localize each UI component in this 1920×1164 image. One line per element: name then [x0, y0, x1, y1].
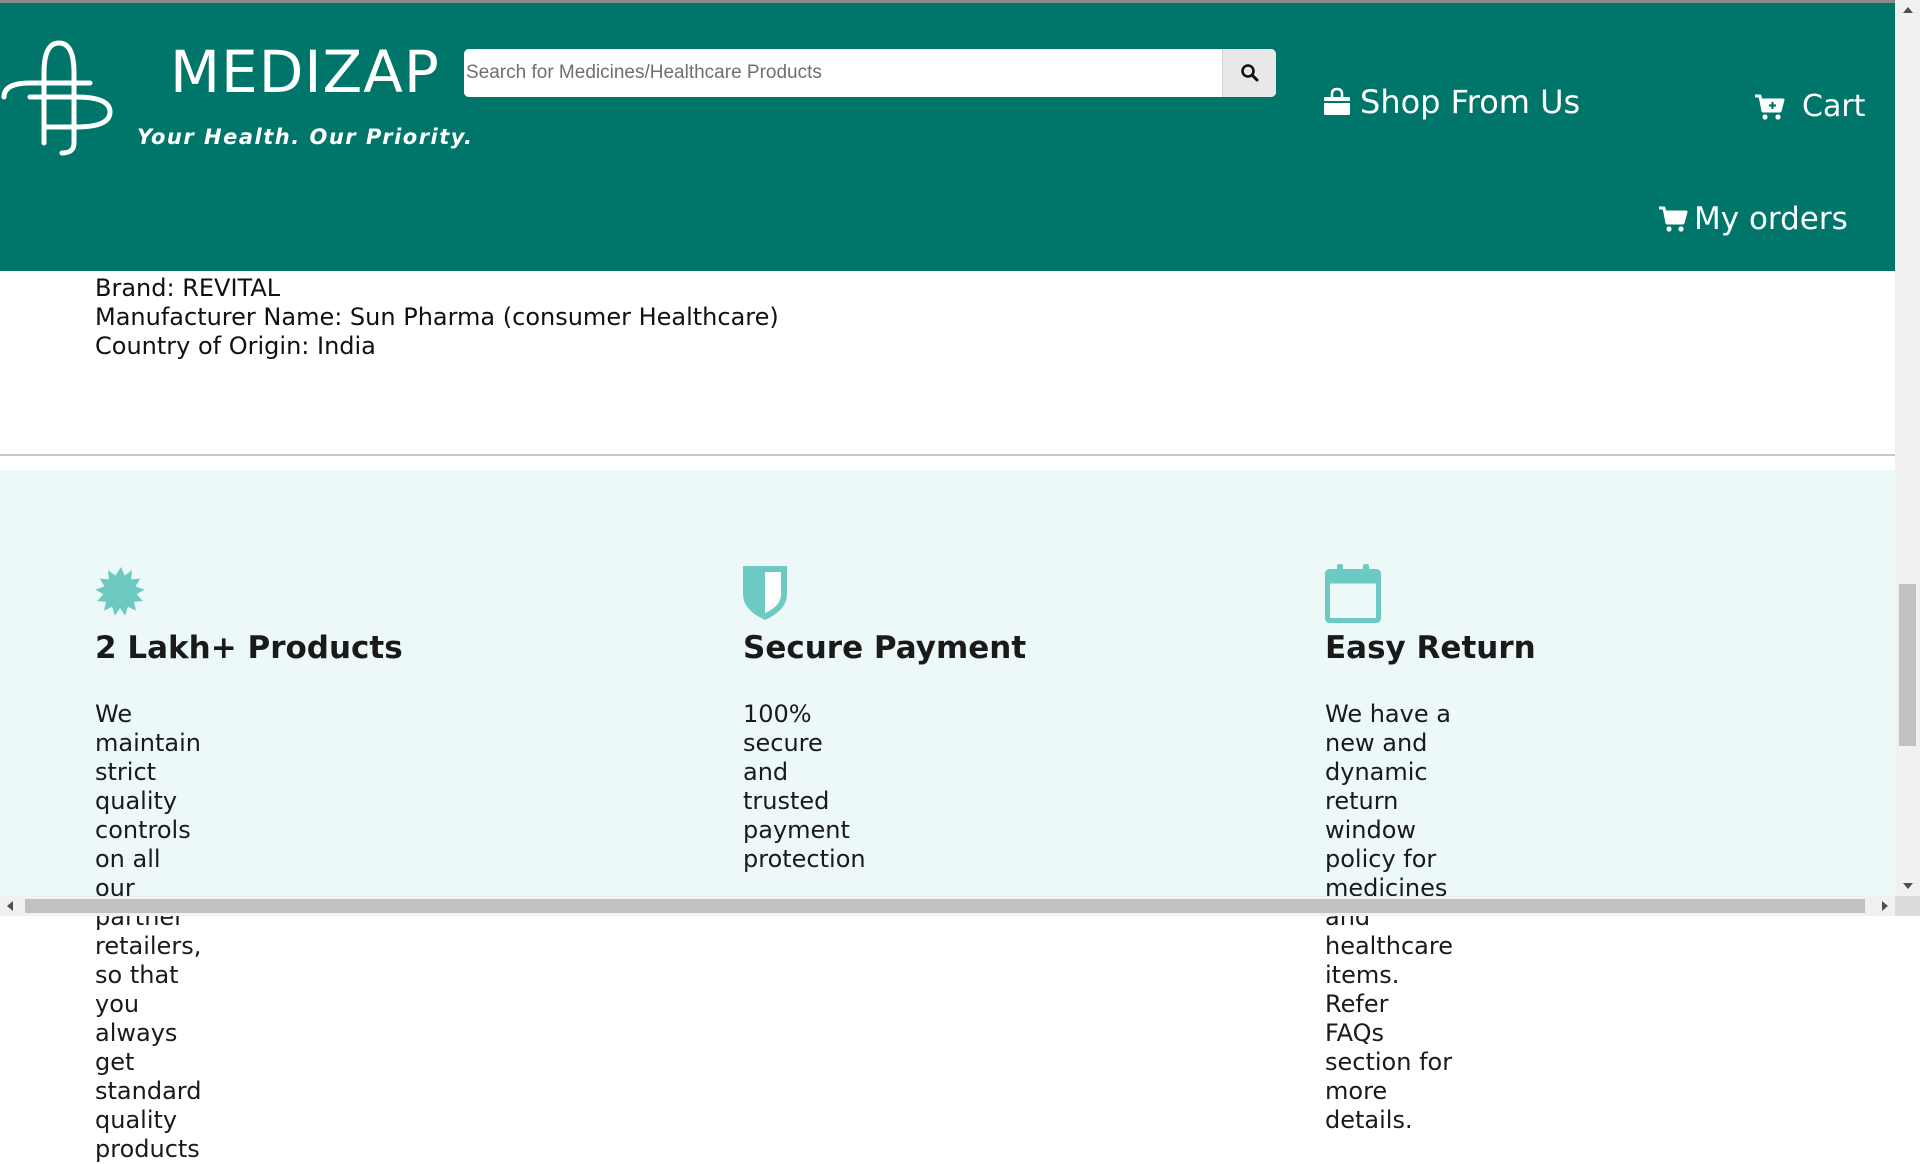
feature-description-line: retailers, so that you always — [95, 932, 202, 1047]
features-section: 2 Lakh+ Products We maintain strict qual… — [0, 470, 1895, 1163]
cart-link[interactable]: Cart — [1754, 89, 1865, 124]
scroll-up-arrow-icon[interactable] — [1895, 0, 1920, 20]
product-manufacturer: Manufacturer Name: Sun Pharma (consumer … — [95, 303, 779, 331]
product-details: Brand: REVITAL Manufacturer Name: Sun Ph… — [95, 274, 779, 361]
feature-description: 100% secure and trusted payment protecti… — [743, 700, 866, 874]
shield-icon — [743, 566, 787, 620]
section-divider — [0, 454, 1895, 456]
product-country-of-origin: Country of Origin: India — [95, 332, 376, 360]
scroll-left-arrow-icon[interactable] — [0, 896, 20, 916]
my-orders-label: My orders — [1694, 201, 1848, 237]
feature-title: Secure Payment — [743, 630, 1027, 666]
feature-description-line: products — [95, 1135, 200, 1163]
cart-plus-icon — [1755, 94, 1785, 120]
product-brand: Brand: REVITAL — [95, 274, 281, 302]
shop-from-us-link[interactable]: Shop From Us — [1322, 83, 1580, 121]
medical-cross-logo-icon[interactable] — [0, 33, 118, 158]
feature-description-line: get standard quality — [95, 1048, 202, 1134]
feature-description-line: items. Refer FAQs section for — [1325, 961, 1453, 1076]
feature-description: We have a new and dynamic return window … — [1325, 700, 1453, 1135]
search-input[interactable] — [464, 49, 1219, 97]
my-orders-link[interactable]: My orders — [1658, 201, 1848, 237]
feature-description-line: We have a new and dynamic — [1325, 700, 1451, 786]
feature-description-line: payment protection — [743, 816, 866, 873]
feature-description-line: return window policy for — [1325, 787, 1437, 873]
shopping-bag-icon — [1324, 87, 1350, 115]
feature-description-line: medicines and healthcare — [1325, 874, 1453, 960]
horizontal-scrollbar[interactable] — [0, 896, 1895, 916]
vertical-scrollbar[interactable] — [1895, 0, 1920, 896]
search-bar — [464, 49, 1276, 97]
feature-description-line: 100% secure and trusted — [743, 700, 830, 815]
feature-description-line: We maintain strict quality — [95, 700, 201, 815]
brand-name[interactable]: MEDIZAP — [170, 43, 440, 101]
cart-icon — [1659, 206, 1688, 232]
badge-icon — [95, 567, 145, 616]
brand-tagline: Your Health. Our Priority. — [137, 125, 474, 149]
vertical-scrollbar-thumb[interactable] — [1899, 584, 1916, 746]
site-header: MEDIZAP Your Health. Our Priority. Shop … — [0, 3, 1895, 271]
scrollbar-corner — [1895, 896, 1920, 916]
feature-title: Easy Return — [1325, 630, 1536, 666]
feature-title: 2 Lakh+ Products — [95, 630, 403, 666]
horizontal-scrollbar-thumb[interactable] — [25, 899, 1865, 913]
scroll-right-arrow-icon[interactable] — [1875, 896, 1895, 916]
page: MEDIZAP Your Health. Our Priority. Shop … — [0, 0, 1920, 1163]
calendar-icon — [1325, 564, 1381, 623]
feature-description-line: more details. — [1325, 1077, 1413, 1134]
scroll-down-arrow-icon[interactable] — [1895, 876, 1920, 896]
feature-description: We maintain strict quality controls on a… — [95, 700, 201, 1164]
cart-label: Cart — [1802, 89, 1866, 124]
search-button[interactable] — [1222, 49, 1276, 97]
shop-from-us-label: Shop From Us — [1360, 83, 1581, 121]
search-icon — [1240, 64, 1258, 82]
